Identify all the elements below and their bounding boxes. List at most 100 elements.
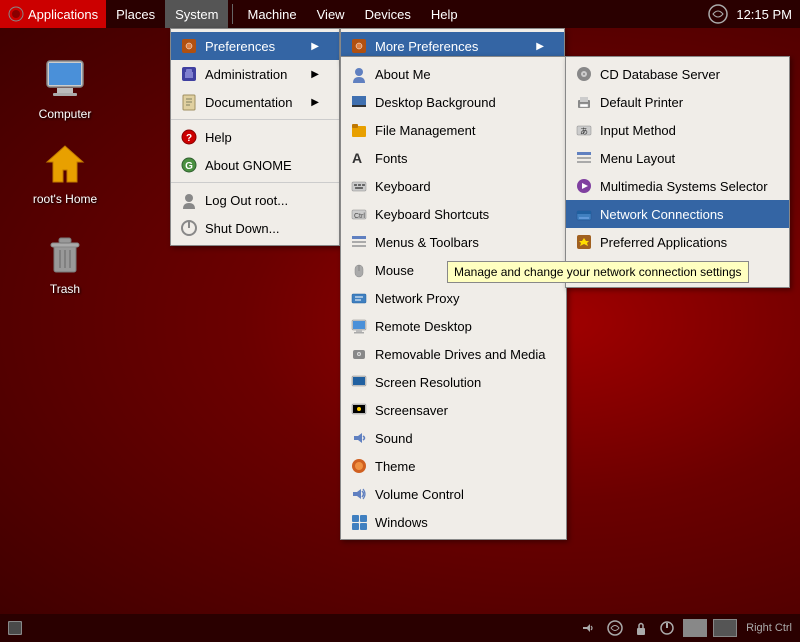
remote-desktop-icon — [349, 316, 369, 336]
network-proxy-icon — [349, 288, 369, 308]
menu-item-preferences[interactable]: Preferences ▶ — [171, 32, 339, 60]
input-method-icon: あ — [574, 120, 594, 140]
logout-label: Log Out root... — [205, 193, 288, 208]
menu-item-screensaver[interactable]: Screensaver — [341, 396, 566, 424]
network-connections-icon — [574, 204, 594, 224]
menu-item-sound[interactable]: Sound — [341, 424, 566, 452]
screen-res-icon — [349, 372, 369, 392]
system-button[interactable]: System — [165, 0, 228, 28]
view-menu[interactable]: View — [307, 0, 355, 28]
keyboard-label: Keyboard — [375, 179, 431, 194]
computer-icon-img — [41, 55, 89, 103]
more-prefs-submenu: CD Database Server Default Printer あ Inp — [565, 56, 790, 288]
trash-icon[interactable]: Trash — [25, 230, 105, 296]
screen-res-label: Screen Resolution — [375, 375, 481, 390]
panel-separator — [232, 4, 233, 24]
menu-item-preferred-apps[interactable]: Preferred Applications — [566, 228, 789, 256]
sound-label: Sound — [375, 431, 413, 446]
workspace-2[interactable] — [713, 619, 737, 637]
menu-item-remote-desktop[interactable]: Remote Desktop — [341, 312, 566, 340]
power-tray-icon[interactable] — [656, 617, 678, 639]
computer-icon[interactable]: Computer — [25, 55, 105, 121]
help-menu[interactable]: Help — [421, 0, 468, 28]
svg-text:Ctrl: Ctrl — [354, 213, 365, 220]
lock-tray-icon[interactable] — [630, 617, 652, 639]
administration-label: Administration — [205, 67, 287, 82]
about-me-label: About Me — [375, 67, 431, 82]
preferred-apps-label: Preferred Applications — [600, 235, 727, 250]
menu-item-windows[interactable]: Windows — [341, 508, 566, 536]
menu-item-menus-toolbars[interactable]: Menus & Toolbars — [341, 228, 566, 256]
menu-item-about-gnome[interactable]: G About GNOME — [171, 151, 339, 179]
trash-label: Trash — [50, 282, 80, 296]
menu-item-documentation[interactable]: Documentation ▶ — [171, 88, 339, 116]
bottom-panel: Right Ctrl — [0, 614, 800, 642]
menu-item-keyboard[interactable]: Keyboard — [341, 172, 566, 200]
network-icon — [708, 4, 728, 24]
menu-item-input-method[interactable]: あ Input Method — [566, 116, 789, 144]
menu-item-about-me[interactable]: About Me — [341, 60, 566, 88]
show-desktop-button[interactable] — [4, 617, 26, 639]
menu-item-menu-layout[interactable]: Menu Layout — [566, 144, 789, 172]
machine-menu[interactable]: Machine — [237, 0, 306, 28]
file-mgmt-icon — [349, 120, 369, 140]
right-ctrl-label: Right Ctrl — [742, 622, 796, 634]
remote-desktop-label: Remote Desktop — [375, 319, 472, 334]
file-mgmt-label: File Management — [375, 123, 475, 138]
menu-item-network-proxy[interactable]: Network Proxy — [341, 284, 566, 312]
menu-item-screen-res[interactable]: Screen Resolution — [341, 368, 566, 396]
bottom-panel-left — [0, 617, 26, 639]
theme-label: Theme — [375, 459, 415, 474]
tooltip-text: Manage and change your network connectio… — [454, 265, 742, 279]
more-preferences-arrow: ▶ — [526, 41, 544, 52]
preferences-label: Preferences — [205, 39, 275, 54]
more-prefs-icon — [349, 36, 369, 56]
about-gnome-icon: G — [179, 155, 199, 175]
menu-item-fonts[interactable]: A Fonts — [341, 144, 566, 172]
menu-item-removable[interactable]: Removable Drives and Media — [341, 340, 566, 368]
menu-item-volume[interactable]: Volume Control — [341, 480, 566, 508]
menu-item-logout[interactable]: Log Out root... — [171, 186, 339, 214]
shutdown-label: Shut Down... — [205, 221, 279, 236]
printer-label: Default Printer — [600, 95, 683, 110]
workspace-1[interactable] — [683, 619, 707, 637]
shutdown-icon — [179, 218, 199, 238]
administration-icon — [179, 64, 199, 84]
devices-menu[interactable]: Devices — [355, 0, 421, 28]
screensaver-icon — [349, 400, 369, 420]
menu-item-theme[interactable]: Theme — [341, 452, 566, 480]
administration-arrow: ▶ — [301, 69, 319, 80]
keyboard-icon — [349, 176, 369, 196]
menu-item-desktop-bg[interactable]: Desktop Background — [341, 88, 566, 116]
sound-icon — [349, 428, 369, 448]
home-icon[interactable]: root's Home — [25, 140, 105, 206]
top-panel: Applications Places System Machine View … — [0, 0, 800, 28]
menu-item-administration[interactable]: Administration ▶ — [171, 60, 339, 88]
removable-label: Removable Drives and Media — [375, 347, 546, 362]
input-method-label: Input Method — [600, 123, 676, 138]
menu-item-network-connections[interactable]: Network Connections — [566, 200, 789, 228]
network-connections-label: Network Connections — [600, 207, 724, 222]
volume-tray-icon[interactable] — [578, 617, 600, 639]
menu-item-keyboard-shortcuts[interactable]: Ctrl Keyboard Shortcuts — [341, 200, 566, 228]
menu-item-multimedia[interactable]: Multimedia Systems Selector — [566, 172, 789, 200]
menu-item-default-printer[interactable]: Default Printer — [566, 88, 789, 116]
applications-button[interactable]: Applications — [0, 0, 106, 28]
menu-item-file-mgmt[interactable]: File Management — [341, 116, 566, 144]
logout-icon — [179, 190, 199, 210]
sep1 — [171, 119, 339, 120]
svg-text:?: ? — [186, 133, 192, 144]
bottom-panel-right: Right Ctrl — [578, 617, 800, 639]
more-preferences-menu: About Me Desktop Background File Managem… — [340, 56, 567, 540]
documentation-arrow: ▶ — [301, 97, 319, 108]
preferred-apps-icon — [574, 232, 594, 252]
menu-item-cd-db[interactable]: CD Database Server — [566, 60, 789, 88]
desktop-bg-icon — [349, 92, 369, 112]
menu-item-help[interactable]: ? Help — [171, 123, 339, 151]
menu-item-shutdown[interactable]: Shut Down... — [171, 214, 339, 242]
volume-label: Volume Control — [375, 487, 464, 502]
fonts-icon: A — [349, 148, 369, 168]
network-tray-icon[interactable] — [604, 617, 626, 639]
menu-layout-label: Menu Layout — [600, 151, 675, 166]
places-button[interactable]: Places — [106, 0, 165, 28]
